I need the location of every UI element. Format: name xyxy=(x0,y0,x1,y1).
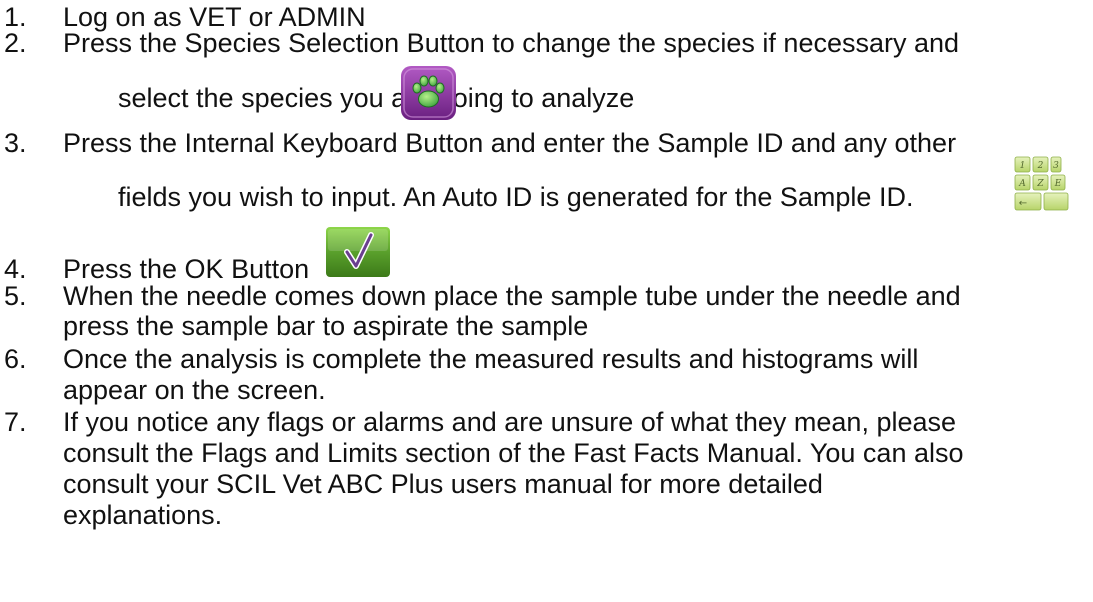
step-6-text-line-1: Once the analysis is complete the measur… xyxy=(63,344,919,374)
step-3-text-line-2: fields you wish to input. An Auto ID is … xyxy=(118,182,914,212)
step-6-text-line-2: appear on the screen. xyxy=(63,375,326,405)
step-3-number: 3. xyxy=(4,128,27,158)
step-7-text-line-2: consult the Flags and Limits section of … xyxy=(63,438,964,468)
step-7-number: 7. xyxy=(4,407,27,437)
step-7-text-line-4: explanations. xyxy=(63,500,223,530)
keyboard-key-label: A xyxy=(1018,179,1026,189)
keyboard-icon: 1 2 3 A Z E ← xyxy=(1014,156,1069,211)
step-2-text-line-1: Press the Species Selection Button to ch… xyxy=(63,28,960,58)
instructions-page: 1. Log on as VET or ADMIN 2. Press the S… xyxy=(0,0,1093,602)
paw-icon xyxy=(401,66,456,120)
step-5-number: 5. xyxy=(4,281,27,311)
step-3-text-line-1: Press the Internal Keyboard Button and e… xyxy=(63,128,957,158)
keyboard-key-label: E xyxy=(1054,179,1062,189)
step-6-number: 6. xyxy=(4,344,27,374)
step-7-text-line-1: If you notice any flags or alarms and ar… xyxy=(63,407,957,437)
step-2-text-line-2: select the species you are going to anal… xyxy=(118,83,635,113)
keyboard-key-label: ← xyxy=(1019,198,1027,209)
keyboard-key-label: 2 xyxy=(1037,161,1044,171)
checkmark-icon xyxy=(326,227,390,277)
keyboard-key-label: 1 xyxy=(1020,161,1026,171)
step-7-text-line-3: consult your SCIL Vet ABC Plus users man… xyxy=(63,469,823,499)
keyboard-key-label: 3 xyxy=(1053,161,1059,171)
step-2-number: 2. xyxy=(4,28,27,58)
step-5-text-line-1: When the needle comes down place the sam… xyxy=(63,281,961,311)
keyboard-key-label: Z xyxy=(1036,179,1044,189)
step-5-text-line-2: press the sample bar to aspirate the sam… xyxy=(63,311,589,341)
